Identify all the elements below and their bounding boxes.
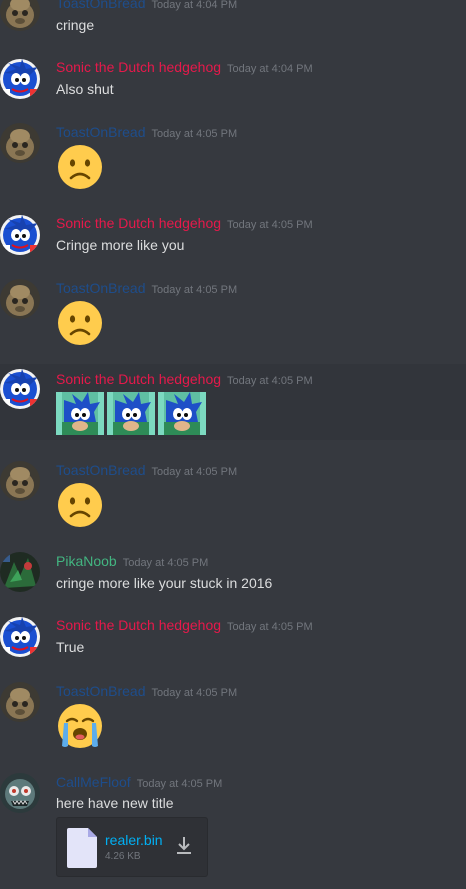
message-group: Sonic the Dutch hedgehog Today at 4:05 PM — [0, 364, 466, 440]
file-icon — [67, 828, 97, 868]
avatar[interactable] — [0, 682, 40, 722]
timestamp: Today at 4:04 PM — [227, 63, 313, 75]
timestamp: Today at 4:05 PM — [151, 687, 238, 699]
timestamp: Today at 4:05 PM — [227, 621, 313, 633]
avatar[interactable] — [0, 369, 40, 409]
image-attachments — [56, 392, 206, 435]
message-group: Sonic the Dutch hedgehog Today at 4:04 PM… — [0, 54, 466, 108]
message-text: here have new title — [56, 795, 174, 811]
message-group: ToastOnBread Today at 4:05 PM — [0, 677, 466, 757]
avatar[interactable] — [0, 123, 40, 163]
file-size: 4.26 KB — [105, 851, 141, 862]
message-group: ToastOnBread Today at 4:05 PM — [0, 118, 466, 198]
timestamp: Today at 4:04 PM — [151, 0, 238, 11]
message-group: ToastOnBread Today at 4:05 PM — [0, 456, 466, 536]
avatar[interactable] — [0, 0, 40, 31]
avatar[interactable] — [0, 215, 40, 255]
username[interactable]: ToastOnBread — [56, 683, 146, 699]
file-attachment[interactable]: realer.bin 4.26 KB — [56, 817, 208, 877]
sonic-image[interactable] — [56, 392, 104, 435]
timestamp: Today at 4:05 PM — [122, 557, 209, 569]
avatar[interactable] — [0, 59, 40, 99]
file-name-link[interactable]: realer.bin — [105, 832, 163, 848]
timestamp: Today at 4:05 PM — [151, 128, 238, 140]
username[interactable]: CallMeFloof — [56, 774, 131, 790]
username[interactable]: ToastOnBread — [56, 280, 146, 296]
frowning-face-emoji-icon — [56, 481, 104, 529]
username[interactable]: Sonic the Dutch hedgehog — [56, 371, 221, 387]
username[interactable]: PikaNoob — [56, 553, 117, 569]
avatar[interactable] — [0, 552, 40, 592]
timestamp: Today at 4:05 PM — [227, 375, 313, 387]
timestamp: Today at 4:05 PM — [151, 284, 238, 296]
frowning-face-emoji-icon — [56, 143, 104, 191]
message-group: Sonic the Dutch hedgehog Today at 4:05 PM… — [0, 612, 466, 666]
message-group: ToastOnBread Today at 4:05 PM — [0, 274, 466, 354]
message-group: CallMeFloof Today at 4:05 PM here have ne… — [0, 768, 466, 889]
timestamp: Today at 4:05 PM — [151, 466, 238, 478]
message-text: Also shut — [56, 81, 114, 97]
avatar[interactable] — [0, 279, 40, 319]
username[interactable]: ToastOnBread — [56, 124, 146, 140]
message-group: Sonic the Dutch hedgehog Today at 4:05 PM… — [0, 210, 466, 264]
username[interactable]: Sonic the Dutch hedgehog — [56, 617, 221, 633]
username[interactable]: ToastOnBread — [56, 0, 146, 11]
message-text: cringe — [56, 17, 95, 33]
message-text: Cringe more like you — [56, 237, 185, 253]
avatar[interactable] — [0, 773, 40, 813]
message-group: PikaNoob Today at 4:05 PM cringe more lik… — [0, 548, 466, 602]
message-text: True — [56, 639, 85, 655]
download-icon[interactable] — [175, 836, 193, 856]
timestamp: Today at 4:05 PM — [136, 778, 223, 790]
username[interactable]: Sonic the Dutch hedgehog — [56, 215, 221, 231]
chat-message-list: ToastOnBread Today at 4:04 PM cringe Soni… — [0, 0, 466, 889]
message-text: cringe more like your stuck in 2016 — [56, 575, 273, 591]
avatar[interactable] — [0, 461, 40, 501]
frowning-face-emoji-icon — [56, 299, 104, 347]
username[interactable]: Sonic the Dutch hedgehog — [56, 59, 221, 75]
loudly-crying-face-emoji-icon — [56, 702, 104, 750]
timestamp: Today at 4:05 PM — [227, 219, 313, 231]
sonic-image[interactable] — [158, 392, 206, 435]
sonic-image[interactable] — [107, 392, 155, 435]
message-group: ToastOnBread Today at 4:04 PM cringe — [0, 0, 466, 33]
username[interactable]: ToastOnBread — [56, 462, 146, 478]
avatar[interactable] — [0, 617, 40, 657]
